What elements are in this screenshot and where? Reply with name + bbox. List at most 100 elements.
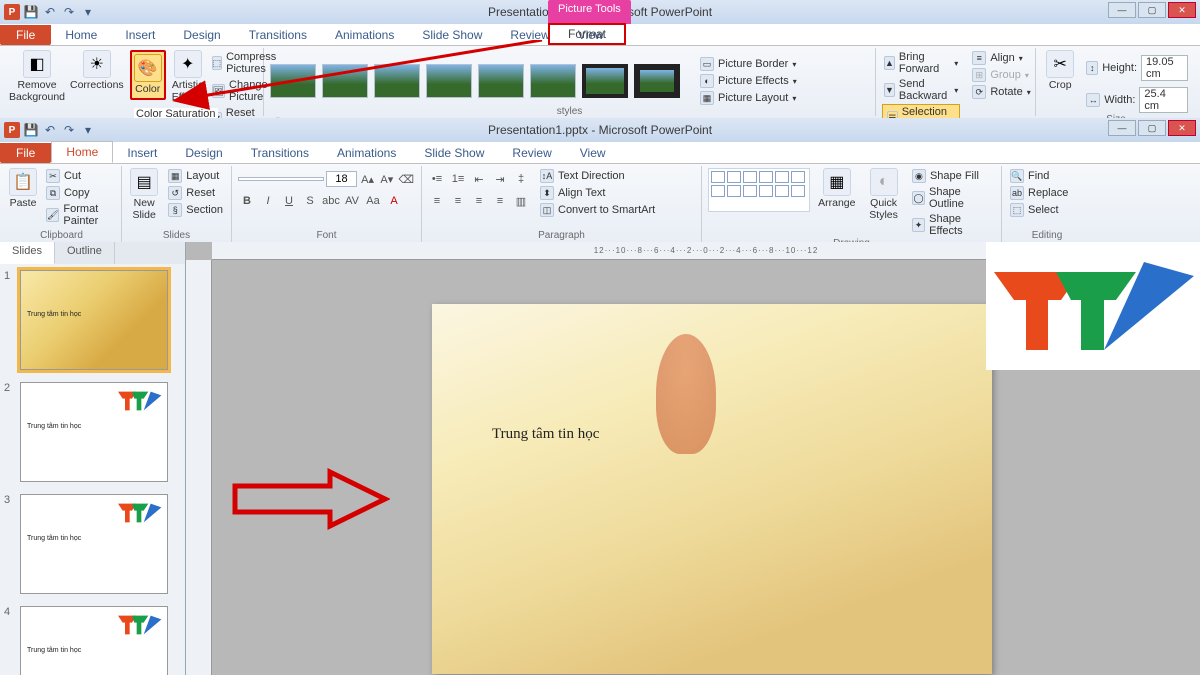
height-field[interactable]: ↕Height: 19.05 cm — [1084, 54, 1190, 82]
close-button[interactable]: ✕ — [1168, 120, 1196, 136]
picture-effects-button[interactable]: ◐Picture Effects ▾ — [698, 73, 799, 89]
align-center-icon[interactable]: ≡ — [449, 192, 467, 210]
align-left-icon[interactable]: ≡ — [428, 192, 446, 210]
tab-review[interactable]: Review — [498, 143, 565, 163]
tab-insert[interactable]: Insert — [111, 25, 169, 45]
thumb-4[interactable]: 4 Trung tâm tin học — [4, 606, 181, 675]
decrease-font-icon[interactable]: A▾ — [378, 170, 395, 188]
corrections-button[interactable]: ☀ Corrections — [70, 50, 124, 92]
picture-tools-context-tab[interactable]: Picture Tools — [548, 0, 631, 24]
crop-button[interactable]: ✂ Crop — [1042, 50, 1078, 92]
style-thumb-8[interactable] — [634, 64, 680, 98]
qat-main: P 💾 ↶ ↷ ▾ — [0, 122, 96, 138]
new-slide-button[interactable]: ▤New Slide — [128, 168, 160, 221]
undo-icon[interactable]: ↶ — [42, 4, 58, 20]
tab-file[interactable]: File — [0, 25, 51, 45]
indent-dec-icon[interactable]: ⇤ — [470, 170, 488, 188]
tab-animations[interactable]: Animations — [321, 25, 408, 45]
width-field[interactable]: ↔Width: 25.4 cm — [1084, 86, 1190, 114]
save-icon[interactable]: 💾 — [23, 4, 39, 20]
strike-icon[interactable]: S — [301, 192, 319, 210]
minimize-button[interactable]: — — [1108, 2, 1136, 18]
maximize-button[interactable]: ▢ — [1138, 2, 1166, 18]
select-button[interactable]: ⬚Select — [1008, 202, 1086, 218]
remove-background-button[interactable]: ◧ Remove Background — [10, 50, 64, 103]
bold-icon[interactable]: B — [238, 192, 256, 210]
tab-transitions[interactable]: Transitions — [237, 143, 323, 163]
style-thumb-1[interactable] — [270, 64, 316, 98]
panel-tab-outline[interactable]: Outline — [55, 242, 115, 264]
reset-button[interactable]: ↺Reset — [166, 185, 225, 201]
slide-title-text[interactable]: Trung tâm tin học — [492, 426, 599, 443]
tab-view[interactable]: View — [566, 143, 620, 163]
rotate-button[interactable]: ⟳Rotate ▾ — [970, 84, 1032, 100]
tab-transitions[interactable]: Transitions — [235, 25, 321, 45]
tab-design[interactable]: Design — [171, 143, 236, 163]
section-button[interactable]: §Section — [166, 202, 225, 218]
indent-inc-icon[interactable]: ⇥ — [491, 170, 509, 188]
styles-label: styles — [270, 106, 869, 118]
artistic-effects-button[interactable]: ✦ Artistic Effects — [172, 50, 204, 103]
increase-font-icon[interactable]: A▴ — [359, 170, 376, 188]
font-color-icon[interactable]: A — [385, 192, 403, 210]
tab-animations[interactable]: Animations — [323, 143, 410, 163]
italic-icon[interactable]: I — [259, 192, 277, 210]
char-spacing-icon[interactable]: AV — [343, 192, 361, 210]
layout-button[interactable]: ▦Layout — [166, 168, 225, 184]
qat-more-icon[interactable]: ▾ — [80, 122, 96, 138]
tab-file[interactable]: File — [0, 143, 51, 163]
thumb-3[interactable]: 3 Trung tâm tin học — [4, 494, 181, 594]
qat-more-icon[interactable]: ▾ — [80, 4, 96, 20]
change-case-icon[interactable]: Aa — [364, 192, 382, 210]
send-backward-button[interactable]: ▼Send Backward ▾ — [882, 77, 960, 103]
redo-icon[interactable]: ↷ — [61, 4, 77, 20]
style-thumb-7[interactable] — [582, 64, 628, 98]
underline-icon[interactable]: U — [280, 192, 298, 210]
tab-format[interactable]: Format — [548, 23, 626, 45]
line-spacing-icon[interactable]: ‡ — [512, 170, 530, 188]
undo-icon[interactable]: ↶ — [42, 122, 58, 138]
slide-thumbnails[interactable]: 1 Trung tâm tin học 2 Trung tâm tin học … — [0, 264, 185, 675]
tab-design[interactable]: Design — [169, 25, 234, 45]
bring-forward-button[interactable]: ▲Bring Forward ▾ — [882, 50, 960, 76]
tab-home[interactable]: Home — [51, 141, 113, 163]
close-button[interactable]: ✕ — [1168, 2, 1196, 18]
minimize-button[interactable]: — — [1108, 120, 1136, 136]
style-thumb-5[interactable] — [478, 64, 524, 98]
align-right-icon[interactable]: ≡ — [470, 192, 488, 210]
justify-icon[interactable]: ≡ — [491, 192, 509, 210]
numbering-icon[interactable]: 1≡ — [449, 170, 467, 188]
maximize-button[interactable]: ▢ — [1138, 120, 1166, 136]
shadow-icon[interactable]: abc — [322, 192, 340, 210]
clear-format-icon[interactable]: ⌫ — [397, 170, 415, 188]
font-family-combo[interactable] — [238, 177, 324, 181]
panel-tab-slides[interactable]: Slides — [0, 242, 55, 264]
style-thumb-6[interactable] — [530, 64, 576, 98]
picture-border-button[interactable]: ▭Picture Border ▾ — [698, 56, 799, 72]
slide-canvas[interactable]: Trung tâm tin học — [432, 304, 992, 674]
picture-layout-button[interactable]: ▦Picture Layout ▾ — [698, 90, 799, 106]
save-icon[interactable]: 💾 — [23, 122, 39, 138]
tab-slideshow[interactable]: Slide Show — [408, 25, 496, 45]
tab-insert[interactable]: Insert — [113, 143, 171, 163]
replace-button[interactable]: abReplace — [1008, 185, 1086, 201]
find-button[interactable]: 🔍Find — [1008, 168, 1086, 184]
paste-button[interactable]: 📋Paste — [8, 168, 38, 210]
picture-styles-gallery[interactable]: ▭Picture Border ▾ ◐Picture Effects ▾ ▦Pi… — [270, 50, 869, 106]
tab-slideshow[interactable]: Slide Show — [410, 143, 498, 163]
style-thumb-4[interactable] — [426, 64, 472, 98]
thumb-1[interactable]: 1 Trung tâm tin học — [4, 270, 181, 370]
redo-icon[interactable]: ↷ — [61, 122, 77, 138]
font-size-combo[interactable]: 18 — [326, 171, 357, 187]
shapes-gallery[interactable] — [708, 168, 810, 212]
bullets-icon[interactable]: •≡ — [428, 170, 446, 188]
style-thumb-2[interactable] — [322, 64, 368, 98]
style-thumb-3[interactable] — [374, 64, 420, 98]
align-button[interactable]: ≡Align ▾ — [970, 50, 1032, 66]
columns-icon[interactable]: ▥ — [512, 192, 530, 210]
arrange-button[interactable]: ▦Arrange — [816, 168, 857, 210]
width-icon: ↔ — [1086, 93, 1100, 107]
thumb-2[interactable]: 2 Trung tâm tin học — [4, 382, 181, 482]
color-button[interactable]: 🎨 Color — [130, 50, 166, 100]
tab-home[interactable]: Home — [51, 25, 111, 45]
